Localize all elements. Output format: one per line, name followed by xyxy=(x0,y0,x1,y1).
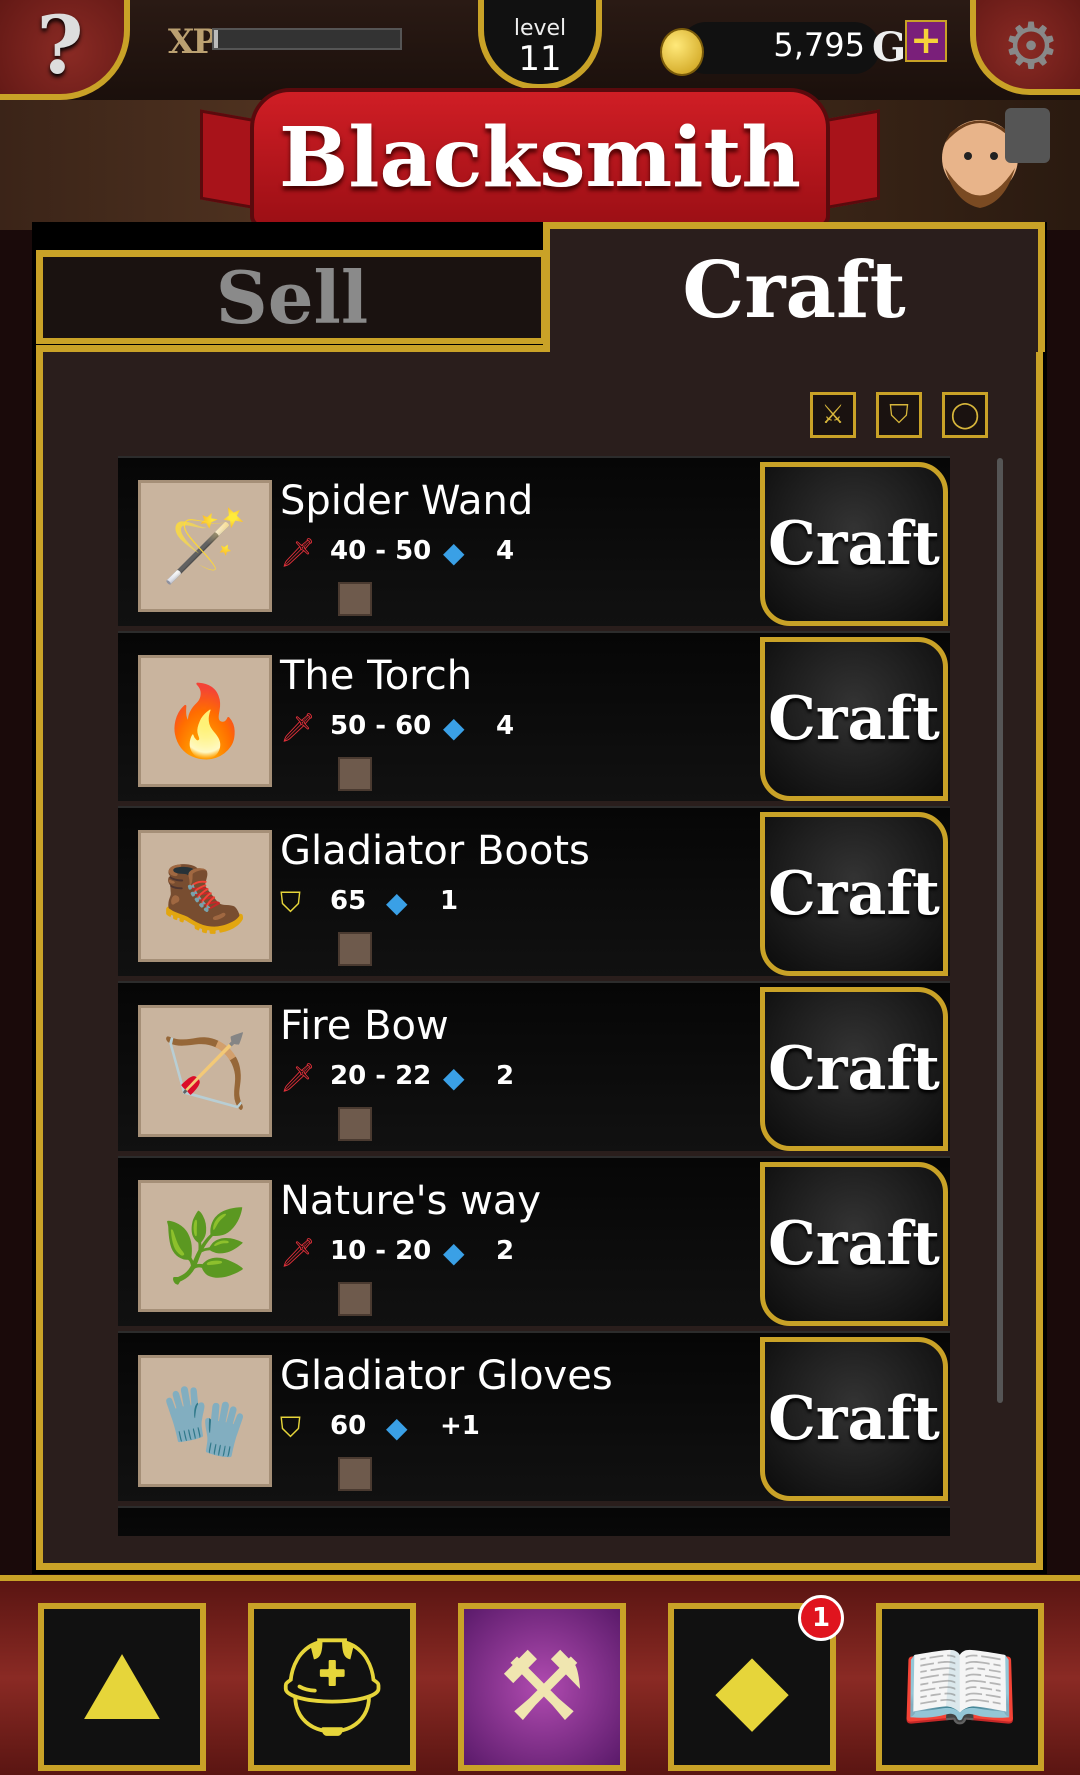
blacksmith-portrait xyxy=(942,108,1050,208)
item-thumbnail: 🏹 xyxy=(138,1005,272,1137)
item-gem-cost: 2 xyxy=(496,1061,515,1091)
add-gold-button[interactable]: + xyxy=(905,20,947,62)
item-gem-cost: 2 xyxy=(496,1236,515,1266)
level-value: 11 xyxy=(518,39,562,79)
gem-icon: ◆ xyxy=(443,536,465,569)
rune-icon xyxy=(338,1107,372,1141)
gear-icon: ⚙ xyxy=(1002,9,1060,84)
item-gem-cost: 4 xyxy=(496,711,515,741)
craft-button[interactable]: Craft xyxy=(760,462,948,626)
nav-book-button[interactable]: 📖 xyxy=(876,1603,1044,1771)
xp-fill xyxy=(214,30,218,48)
tab-sell-label: Sell xyxy=(215,255,369,340)
sword-stat-icon: 🗡 xyxy=(280,536,316,569)
list-item: 🥾 Gladiator Boots ⛉ 65 ◆ 1 Craft xyxy=(118,806,950,976)
item-stat: 10 - 20 xyxy=(330,1236,432,1266)
sword-stat-icon: 🗡 xyxy=(280,1236,316,1269)
item-thumbnail: 🥾 xyxy=(138,830,272,962)
gem-icon: ◆ xyxy=(443,1061,465,1094)
helmet-icon: ⛑ xyxy=(271,1630,393,1743)
title-ribbon: Blacksmith xyxy=(250,88,830,228)
notification-badge: 1 xyxy=(798,1595,844,1641)
sword-stat-icon: 🗡 xyxy=(280,711,316,744)
tab-craft-label: Craft xyxy=(682,245,906,336)
craft-button-label: Craft xyxy=(768,1209,940,1279)
gem-icon: ◆ xyxy=(443,1236,465,1269)
item-name: Nature's way xyxy=(280,1178,542,1224)
tab-craft[interactable]: Craft xyxy=(543,222,1045,352)
item-name: Fire Bow xyxy=(280,1003,449,1049)
item-gem-cost: +1 xyxy=(440,1411,480,1441)
item-name: Gladiator Gloves xyxy=(280,1353,613,1399)
gold-amount: 5,795 xyxy=(773,26,865,64)
craft-button[interactable]: Craft xyxy=(760,1337,948,1501)
list-scrollbar[interactable] xyxy=(997,458,1003,1403)
gem-icon: ◆ xyxy=(386,886,408,919)
item-stat: 65 xyxy=(330,886,367,916)
item-stat: 20 - 22 xyxy=(330,1061,432,1091)
xp-label: XP xyxy=(168,22,218,62)
craft-button-label: Craft xyxy=(768,859,940,929)
shield-stat-icon: ⛉ xyxy=(280,886,302,919)
craft-button-label: Craft xyxy=(768,1034,940,1104)
sword-icon[interactable]: ⚔ xyxy=(810,392,856,438)
tab-sell[interactable]: Sell xyxy=(36,250,548,344)
item-stat: 40 - 50 xyxy=(330,536,432,566)
craft-button-label: Craft xyxy=(768,684,940,754)
shield-icon[interactable]: ⛉ xyxy=(876,392,922,438)
gem-icon: ◆ xyxy=(386,1411,408,1444)
item-thumbnail: 🧤 xyxy=(138,1355,272,1487)
item-thumbnail: 🪄 xyxy=(138,480,272,612)
level-label: level xyxy=(513,16,567,41)
item-gem-cost: 1 xyxy=(440,886,459,916)
craft-button[interactable]: Craft xyxy=(760,812,948,976)
question-icon: ? xyxy=(36,0,84,92)
item-thumbnail: 🔥 xyxy=(138,655,272,787)
item-stat: 60 xyxy=(330,1411,367,1441)
rune-icon xyxy=(338,757,372,791)
nav-map-button[interactable]: ⛰ xyxy=(38,1603,206,1771)
gem-icon: ◆ xyxy=(443,711,465,744)
craft-button-label: Craft xyxy=(768,509,940,579)
item-stat: 50 - 60 xyxy=(330,711,432,741)
nav-helmet-button[interactable]: ⛑ xyxy=(248,1603,416,1771)
item-gem-cost: 4 xyxy=(496,536,515,566)
item-thumbnail: 🌿 xyxy=(138,1180,272,1312)
rune-icon xyxy=(338,582,372,616)
list-item: 🏹 Fire Bow 🗡 20 - 22 ◆ 2 Craft xyxy=(118,981,950,1151)
item-name: Spider Wand xyxy=(280,478,534,524)
nav-anvil-button[interactable]: ⚒ xyxy=(458,1603,626,1771)
craft-button[interactable]: Craft xyxy=(760,1162,948,1326)
craft-button-label: Craft xyxy=(768,1384,940,1454)
rune-icon xyxy=(338,1457,372,1491)
list-item: 🌿 Nature's way 🗡 10 - 20 ◆ 2 Craft xyxy=(118,1156,950,1326)
book-icon: 📖 xyxy=(900,1630,1020,1743)
craft-item-list: 🪄 Spider Wand 🗡 40 - 50 ◆ 4 Craft 🔥 The … xyxy=(118,456,950,1536)
coin-icon xyxy=(660,28,704,76)
list-item-partial xyxy=(118,1506,950,1536)
craft-button[interactable]: Craft xyxy=(760,637,948,801)
gem-icon: ◆ xyxy=(715,1631,789,1743)
shield-stat-icon: ⛉ xyxy=(280,1411,302,1444)
list-item: 🧤 Gladiator Gloves ⛉ 60 ◆ +1 Craft xyxy=(118,1331,950,1501)
list-item: 🔥 The Torch 🗡 50 - 60 ◆ 4 Craft xyxy=(118,631,950,801)
item-name: Gladiator Boots xyxy=(280,828,590,874)
xp-bar xyxy=(212,28,402,50)
anvil-icon: ⚒ xyxy=(498,1631,586,1743)
level-badge: level 11 xyxy=(478,0,602,90)
map-icon: ⛰ xyxy=(81,1630,163,1742)
page-title: Blacksmith xyxy=(279,110,801,206)
rune-icon xyxy=(338,932,372,966)
craft-button[interactable]: Craft xyxy=(760,987,948,1151)
list-item: 🪄 Spider Wand 🗡 40 - 50 ◆ 4 Craft xyxy=(118,456,950,626)
sword-stat-icon: 🗡 xyxy=(280,1061,316,1094)
rune-icon xyxy=(338,1282,372,1316)
ring-icon[interactable]: ◯ xyxy=(942,392,988,438)
gold-currency-icon: G xyxy=(872,24,907,71)
category-filters: ⚔ ⛉ ◯ xyxy=(810,392,988,438)
item-name: The Torch xyxy=(280,653,473,699)
